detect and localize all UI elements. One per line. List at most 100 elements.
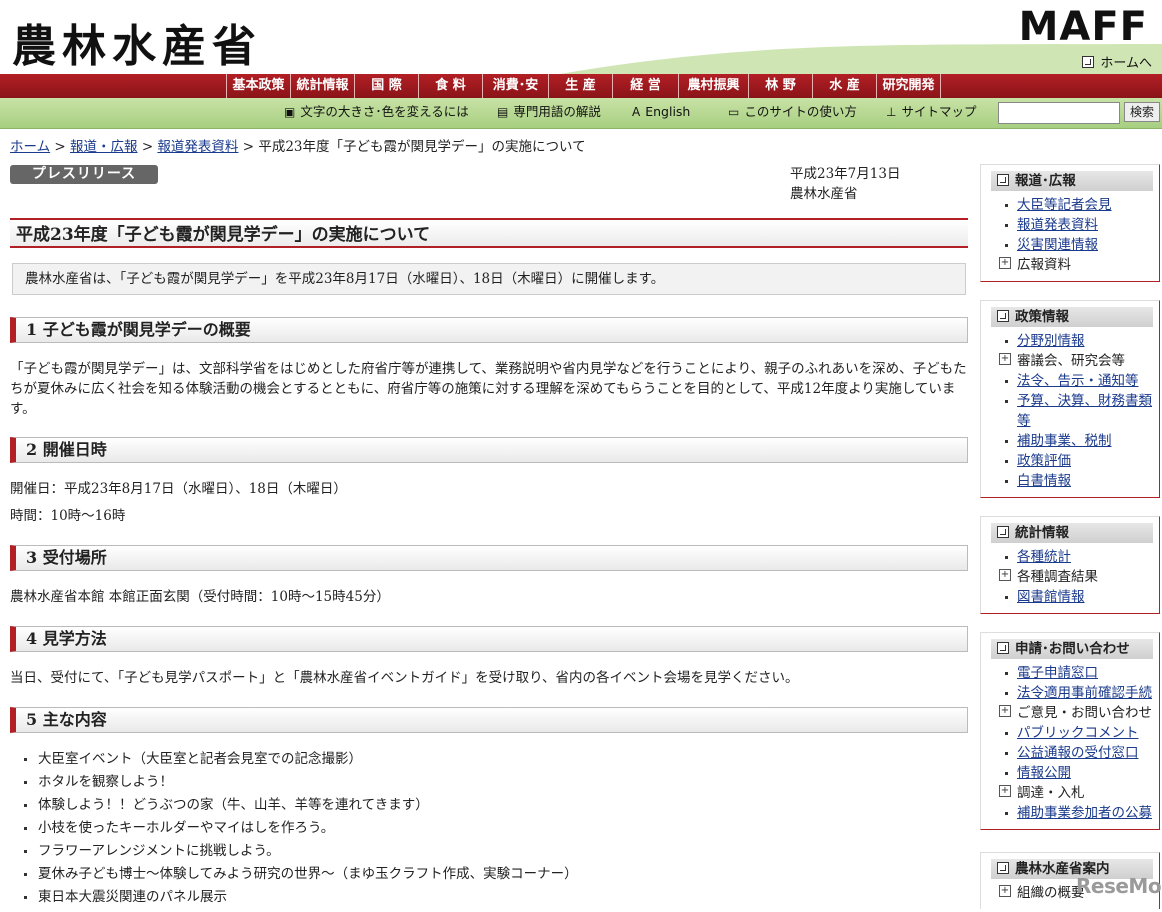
sidebar-list-item: 政策評価: [1001, 451, 1159, 471]
content-list-item: 小枝を使ったキーホルダーやマイはしを作ろう。: [24, 817, 578, 840]
watermark: ReseMom: [1076, 874, 1162, 898]
text-size-link[interactable]: ▣ 文字の大きさ･色を変えるには: [284, 98, 469, 126]
sidebar-list-item: 図書館情報: [1001, 587, 1159, 607]
nav-item[interactable]: 統計情報: [290, 74, 354, 98]
content-list-item: 東日本大震災関連のパネル展示: [24, 886, 578, 909]
content-list-item: 大臣室イベント（大臣室と記者会見室での記念撮影）: [24, 748, 578, 771]
content-list-item: 夏休み子ども博士～体験してみよう研究の世界～（まゆ玉クラフト作成、実験コーナー）: [24, 863, 578, 886]
sidebar-list-item: 災害関連情報: [1001, 235, 1159, 255]
sidebar-link[interactable]: 補助事業参加者の公募: [1017, 805, 1152, 821]
nav-item[interactable]: 農村振興: [678, 74, 748, 98]
maff-logo: MAFF: [1018, 4, 1148, 50]
breadcrumb-home[interactable]: ホーム: [10, 139, 50, 155]
sidebar-list: 大臣等記者会見報道発表資料災害関連情報広報資料: [981, 195, 1159, 281]
sidebar-list-item: 予算、決算、財務書類等: [1001, 391, 1159, 431]
nav-item[interactable]: 経 営: [612, 74, 678, 98]
site-header: 農林水産省 MAFF ホームへ: [0, 0, 1162, 74]
breadcrumb-news[interactable]: 報道・広報: [70, 139, 138, 155]
sidebar-link[interactable]: 補助事業、税制: [1017, 433, 1112, 449]
sidebar-link[interactable]: パブリックコメント: [1017, 725, 1139, 741]
sidebar-link[interactable]: 白書情報: [1017, 473, 1071, 489]
sidebar-expandable-item[interactable]: 各種調査結果: [1017, 569, 1098, 585]
sidebar-link[interactable]: 各種統計: [1017, 549, 1071, 565]
sidebar-list: 各種統計各種調査結果図書館情報: [981, 547, 1159, 613]
english-link[interactable]: A English: [632, 98, 690, 126]
sidebar-expandable-item[interactable]: 広報資料: [1017, 257, 1071, 273]
home-link[interactable]: ホームへ: [1082, 52, 1152, 71]
sidebar-expandable-item[interactable]: 調達・入札: [1017, 785, 1085, 801]
sidebar-list-item: 法令適用事前確認手続: [1001, 683, 1159, 703]
sidebar-expandable-item[interactable]: 審議会、研究会等: [1017, 353, 1125, 369]
sidebar-list-item: 調達・入札: [999, 783, 1159, 803]
sidebar-link[interactable]: 公益通報の受付窓口: [1017, 745, 1139, 761]
section-heading-method: 4 見学方法: [10, 626, 968, 652]
contents-list: 大臣室イベント（大臣室と記者会見室での記念撮影） ホタルを観察しよう！ 体験しよう！…: [24, 748, 578, 909]
sidebar-link[interactable]: 法令適用事前確認手続: [1017, 685, 1152, 701]
lead-summary: 農林水産省は、「子ども霞が関見学デー」を平成23年8月17日（水曜日）、18日（…: [12, 263, 966, 295]
sidebar-link[interactable]: 大臣等記者会見: [1017, 197, 1112, 213]
sidebar-link[interactable]: 電子申請窓口: [1017, 665, 1098, 681]
sidebar-expandable-item[interactable]: ご意見・お問い合わせ: [1017, 705, 1152, 721]
sitemap-label: サイトマップ: [901, 104, 977, 119]
section-heading-overview: 1 子ども霞が関見学デーの概要: [10, 317, 968, 343]
sidebar-list-item: 各種調査結果: [999, 567, 1159, 587]
howto-label: このサイトの使い方: [744, 104, 857, 119]
sidebar-section-title: 統計情報: [991, 523, 1153, 543]
sidebar-section: 政策情報分野別情報審議会、研究会等法令、告示・通知等予算、決算、財務書類等補助事…: [980, 300, 1160, 498]
event-date: 開催日：平成23年8月17日（水曜日）、18日（木曜日）: [10, 481, 347, 497]
sidebar-section: 申請･お問い合わせ電子申請窓口法令適用事前確認手続ご意見・お問い合わせパブリック…: [980, 632, 1160, 830]
nav-item[interactable]: 国 際: [354, 74, 418, 98]
sidebar-link[interactable]: 法令、告示・通知等: [1017, 373, 1139, 389]
nav-item[interactable]: 林 野: [748, 74, 812, 98]
breadcrumb-press[interactable]: 報道発表資料: [157, 139, 238, 155]
sidebar-list-item: 分野別情報: [1001, 331, 1159, 351]
sidebar-section-title-text: 報道･広報: [1015, 173, 1076, 189]
breadcrumb-separator: >: [242, 139, 255, 155]
monitor-icon: ▭: [728, 105, 740, 119]
sidebar-list-item: 白書情報: [1001, 471, 1159, 491]
section-heading-datetime: 2 開催日時: [10, 437, 968, 463]
sidebar-list-item: 大臣等記者会見: [1001, 195, 1159, 215]
sidebar-link[interactable]: 図書館情報: [1017, 589, 1085, 605]
reception-place: 農林水産省本館 本館正面玄関（受付時間：10時～15時45分）: [10, 589, 390, 605]
sidebar-section-title: 政策情報: [991, 307, 1153, 327]
arrow-box-icon: [997, 862, 1009, 874]
breadcrumb-separator: >: [54, 139, 66, 155]
sidebar-link[interactable]: 災害関連情報: [1017, 237, 1098, 253]
sidebar-link[interactable]: 分野別情報: [1017, 333, 1085, 349]
howto-link[interactable]: ▭ このサイトの使い方: [728, 98, 857, 126]
sidebar-link[interactable]: 予算、決算、財務書類等: [1017, 393, 1152, 429]
sidebar-section: 統計情報各種統計各種調査結果図書館情報: [980, 516, 1160, 614]
ministry-logo[interactable]: 農林水産省: [12, 10, 262, 74]
main-nav: 基本政策統計情報国 際食 料消費･安全生 産経 営農村振興林 野水 産研究開発: [0, 74, 1162, 117]
nav-item[interactable]: 生 産: [548, 74, 612, 98]
nav-item[interactable]: 水 産: [812, 74, 876, 98]
nav-item[interactable]: 基本政策: [226, 74, 290, 98]
arrow-box-icon: [997, 526, 1009, 538]
language-icon: A: [632, 105, 641, 119]
search-input[interactable]: [998, 102, 1120, 124]
glossary-label: 専門用語の解説: [513, 104, 601, 119]
overview-text: 「子ども霞が関見学デー」は、文部科学省をはじめとした府省庁等が連携して、業務説明…: [10, 361, 967, 417]
sidebar-list: 電子申請窓口法令適用事前確認手続ご意見・お問い合わせパブリックコメント公益通報の…: [981, 663, 1159, 829]
utility-nav: ▣ 文字の大きさ･色を変えるには ▤ 専門用語の解説 A English ▭ このサイト…: [0, 98, 1162, 129]
sidebar-section-title-text: 政策情報: [1015, 309, 1069, 325]
sidebar-list-item: 審議会、研究会等: [999, 351, 1159, 371]
sidebar-expandable-item[interactable]: 組織の概要: [1017, 885, 1085, 901]
sidebar-link[interactable]: 政策評価: [1017, 453, 1071, 469]
search-button[interactable]: 検索: [1124, 102, 1160, 122]
arrow-box-icon: [997, 642, 1009, 654]
text-size-icon: ▣: [284, 105, 296, 119]
glossary-link[interactable]: ▤ 専門用語の解説: [497, 98, 601, 126]
event-time: 時間：10時～16時: [10, 508, 126, 524]
sitemap-link[interactable]: ⊥ サイトマップ: [886, 98, 976, 126]
sidebar-link[interactable]: 情報公開: [1017, 765, 1071, 781]
nav-item[interactable]: 食 料: [418, 74, 482, 98]
sidebar-link[interactable]: 報道発表資料: [1017, 217, 1098, 233]
arrow-box-icon: [1082, 56, 1095, 68]
nav-item[interactable]: 研究開発: [876, 74, 941, 98]
nav-item[interactable]: 消費･安全: [482, 74, 548, 117]
sidebar-section: 報道･広報大臣等記者会見報道発表資料災害関連情報広報資料: [980, 164, 1160, 282]
sitemap-icon: ⊥: [886, 105, 897, 119]
page-title: 平成23年度「子ども霞が関見学デー」の実施について: [10, 218, 968, 248]
